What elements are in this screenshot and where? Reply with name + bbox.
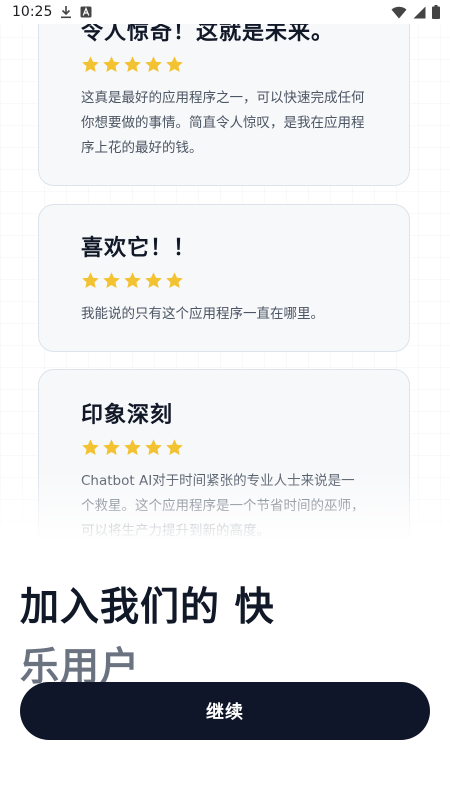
status-bar: 10:25 bbox=[0, 0, 450, 24]
star-icon bbox=[144, 271, 163, 290]
star-icon bbox=[123, 438, 142, 457]
headline-line-1: 加入我们的 快 bbox=[20, 585, 275, 630]
star-icon bbox=[81, 271, 100, 290]
star-icon bbox=[165, 55, 184, 74]
download-icon bbox=[60, 5, 72, 19]
wifi-icon bbox=[391, 6, 407, 19]
battery-icon bbox=[432, 5, 440, 19]
review-title: 喜欢它！！ bbox=[81, 236, 197, 261]
headline: 加入我们的 快 乐用户 bbox=[20, 578, 320, 698]
signal-icon bbox=[413, 6, 426, 19]
star-icon bbox=[144, 55, 163, 74]
continue-button[interactable]: 继续 bbox=[20, 682, 430, 740]
star-icon bbox=[102, 55, 121, 74]
review-text: 我能说的只有这个应用程序一直在哪里。 bbox=[81, 306, 324, 322]
star-rating bbox=[81, 438, 367, 457]
star-rating bbox=[81, 271, 367, 290]
star-icon bbox=[165, 438, 184, 457]
review-text: Chatbot AI对于时间紧张的专业人士来说是一个救星。这个应用程序是一个节省… bbox=[81, 473, 365, 539]
review-card: 令人惊奇！这就是未来。 这真是最好的应用程序之一，可以快速完成任何你想要做的事情… bbox=[38, 0, 410, 186]
star-icon bbox=[165, 271, 184, 290]
review-text: 这真是最好的应用程序之一，可以快速完成任何你想要做的事情。简直令人惊叹，是我在应… bbox=[81, 90, 365, 156]
star-rating bbox=[81, 55, 367, 74]
review-card: 印象深刻 Chatbot AI对于时间紧张的专业人士来说是一个救星。这个应用程序… bbox=[38, 369, 410, 560]
star-icon bbox=[123, 55, 142, 74]
star-icon bbox=[81, 438, 100, 457]
star-icon bbox=[102, 271, 121, 290]
review-card: 喜欢它！！ 我能说的只有这个应用程序一直在哪里。 bbox=[38, 204, 410, 352]
status-time: 10:25 bbox=[12, 4, 53, 20]
review-title: 印象深刻 bbox=[81, 403, 174, 428]
star-icon bbox=[123, 271, 142, 290]
star-icon bbox=[81, 55, 100, 74]
star-icon bbox=[102, 438, 121, 457]
reviews-list[interactable]: 令人惊奇！这就是未来。 这真是最好的应用程序之一，可以快速完成任何你想要做的事情… bbox=[0, 0, 450, 560]
star-icon bbox=[144, 438, 163, 457]
a-notification-icon bbox=[80, 6, 92, 18]
